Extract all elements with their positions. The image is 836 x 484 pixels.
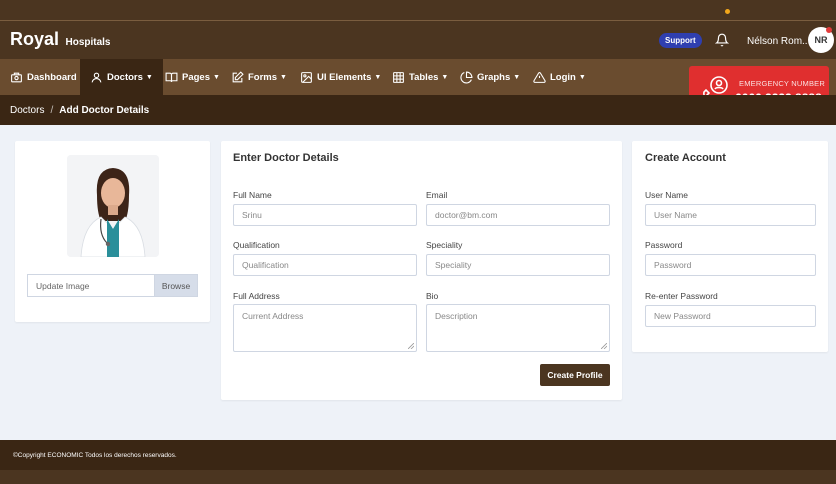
breadcrumb-parent[interactable]: Doctors	[10, 105, 44, 116]
copyright-text: ©Copyright ECONOMIC Todos los derechos r…	[13, 451, 177, 459]
breadcrumb-separator: /	[50, 104, 54, 116]
top-strip	[0, 0, 836, 21]
book-icon	[165, 72, 178, 82]
account-form-title: Create Account	[645, 152, 726, 164]
nav-dashboard[interactable]: Dashboard	[0, 59, 87, 95]
email-label: Email	[426, 190, 448, 200]
chevron-down-icon: ▼	[280, 73, 287, 81]
dashboard-icon	[11, 72, 22, 82]
repassword-label: Re-enter Password	[645, 291, 718, 301]
address-textarea[interactable]: Current Address	[233, 304, 417, 352]
footer: ©Copyright ECONOMIC Todos los derechos r…	[0, 440, 836, 470]
full-name-label: Full Name	[233, 190, 272, 200]
nav-label: Dashboard	[27, 71, 77, 83]
create-profile-button[interactable]: Create Profile	[540, 364, 610, 386]
nav-label: Login	[550, 71, 576, 83]
edit-icon	[232, 70, 244, 82]
bio-placeholder: Description	[435, 311, 478, 321]
nav-label: UI Elements	[317, 71, 372, 83]
qualification-input[interactable]: Qualification	[233, 254, 417, 276]
notification-dot	[725, 9, 730, 14]
bio-textarea[interactable]: Description	[426, 304, 610, 352]
address-label: Full Address	[233, 291, 280, 301]
nav-tables[interactable]: Tables ▼	[392, 59, 448, 95]
nav-label: Pages	[182, 71, 210, 83]
nav-label: Doctors	[107, 71, 143, 83]
breadcrumb: Doctors / Add Doctor Details	[0, 95, 836, 125]
speciality-label: Speciality	[426, 240, 463, 250]
nav-label: Tables	[409, 71, 439, 83]
bio-label: Bio	[426, 291, 439, 301]
doctor-photo	[67, 155, 159, 257]
chevron-down-icon: ▼	[374, 73, 382, 81]
nav-label: Forms	[248, 71, 278, 83]
resize-handle-icon[interactable]	[601, 343, 607, 349]
address-placeholder: Current Address	[242, 311, 304, 321]
email-input[interactable]: doctor@bm.com	[426, 204, 610, 226]
nav-pages[interactable]: Pages ▼	[165, 59, 220, 95]
breadcrumb-current: Add Doctor Details	[59, 104, 150, 116]
username-input[interactable]: User Name	[645, 204, 816, 226]
doctor-icon	[91, 72, 102, 82]
doctor-form-title: Enter Doctor Details	[233, 152, 339, 164]
chevron-down-icon: ▼	[578, 73, 586, 81]
nav-graphs[interactable]: Graphs ▼	[460, 59, 520, 95]
chevron-down-icon: ▼	[441, 73, 449, 81]
password-label: Password	[645, 240, 683, 250]
logo-name: Royal	[10, 29, 60, 49]
qualification-label: Qualification	[233, 240, 280, 250]
logo[interactable]: Royal Hospitals	[10, 29, 111, 50]
image-icon	[301, 71, 312, 83]
bottom-strip	[0, 470, 836, 484]
browse-button[interactable]: Browse	[154, 274, 198, 297]
repassword-input[interactable]: New Password	[645, 305, 816, 327]
pie-icon	[460, 71, 473, 83]
warning-icon	[533, 71, 546, 83]
chevron-down-icon: ▼	[145, 73, 153, 81]
nav-label: Graphs	[477, 71, 511, 83]
nav-forms[interactable]: Forms ▼	[231, 59, 287, 95]
grid-icon	[393, 71, 404, 83]
speciality-input[interactable]: Speciality	[426, 254, 610, 276]
status-dot	[826, 27, 832, 33]
header: Royal Hospitals Support Nélson Rom... NR	[0, 21, 836, 59]
nav-login[interactable]: Login ▼	[533, 59, 586, 95]
support-button[interactable]: Support	[659, 33, 702, 48]
bell-icon[interactable]	[715, 33, 729, 47]
full-name-input[interactable]: Srinu	[233, 204, 417, 226]
user-name[interactable]: Nélson Rom...	[747, 36, 810, 47]
resize-handle-icon[interactable]	[408, 343, 414, 349]
update-image-input[interactable]: Update Image	[27, 274, 155, 297]
emergency-label: EMERGENCY NUMBER	[739, 79, 825, 88]
logo-sub: Hospitals	[65, 37, 111, 48]
nav-ui-elements[interactable]: UI Elements ▼	[300, 59, 381, 95]
password-input[interactable]: Password	[645, 254, 816, 276]
chevron-down-icon: ▼	[213, 73, 220, 81]
chevron-down-icon: ▼	[513, 73, 521, 81]
username-label: User Name	[645, 190, 688, 200]
nav-doctors[interactable]: Doctors ▼	[80, 59, 163, 95]
